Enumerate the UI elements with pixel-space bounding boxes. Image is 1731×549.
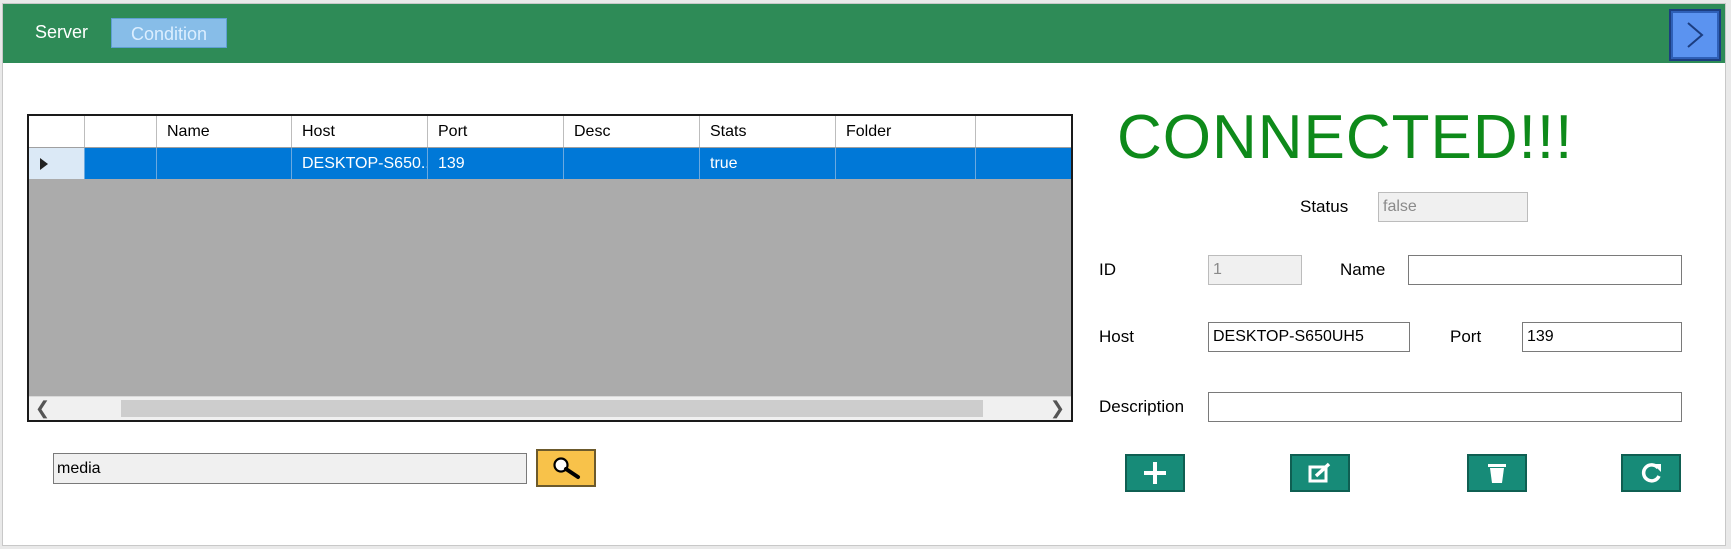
grid-cell-name[interactable] [157, 148, 292, 179]
server-grid[interactable]: Name Host Port Desc Stats Folder DESKTOP… [27, 114, 1073, 422]
scrollbar-thumb[interactable] [121, 400, 983, 417]
column-header-folder[interactable]: Folder [836, 116, 976, 147]
app-window: Server Condition Name Host Port Desc Sta… [2, 3, 1726, 546]
row-selector[interactable] [29, 148, 85, 179]
horizontal-scrollbar[interactable]: ❮ ❯ [29, 396, 1071, 420]
grid-cell-stats[interactable]: true [700, 148, 836, 179]
description-label: Description [1099, 397, 1185, 416]
id-label: ID [1099, 260, 1116, 279]
grid-cell-folder[interactable] [836, 148, 976, 179]
column-header-desc[interactable]: Desc [564, 116, 700, 147]
column-header-stats[interactable]: Stats [700, 116, 836, 147]
grid-header-cell [29, 116, 85, 147]
refresh-icon [1641, 463, 1661, 483]
description-field[interactable] [1208, 392, 1682, 422]
grid-header: Name Host Port Desc Stats Folder [29, 116, 1071, 148]
tab-server[interactable]: Server [35, 22, 88, 43]
tab-condition[interactable]: Condition [111, 18, 227, 48]
edit-button[interactable] [1290, 454, 1350, 492]
name-label: Name [1340, 260, 1386, 279]
search-button[interactable] [536, 449, 596, 487]
next-button[interactable] [1669, 9, 1721, 61]
column-header-name[interactable]: Name [157, 116, 292, 147]
grid-cell[interactable] [85, 148, 157, 179]
host-label: Host [1099, 327, 1134, 346]
search-icon [553, 457, 580, 479]
trash-icon [1488, 464, 1506, 483]
port-field[interactable] [1522, 322, 1682, 352]
chevron-right-icon [1687, 22, 1704, 48]
column-header-host[interactable]: Host [292, 116, 428, 147]
connection-status-banner: CONNECTED!!! [1117, 103, 1574, 172]
grid-cell-port[interactable]: 139 [428, 148, 564, 179]
grid-cell-desc[interactable] [564, 148, 700, 179]
refresh-button[interactable] [1621, 454, 1681, 492]
add-button[interactable] [1125, 454, 1185, 492]
status-field[interactable] [1378, 192, 1528, 222]
name-field[interactable] [1408, 255, 1682, 285]
host-field[interactable] [1208, 322, 1410, 352]
grid-header-cell[interactable] [85, 116, 157, 147]
title-bar: Server Condition [3, 4, 1725, 63]
port-label: Port [1450, 327, 1482, 346]
row-pointer-icon [40, 157, 48, 170]
delete-button[interactable] [1467, 454, 1527, 492]
scroll-right-icon[interactable]: ❯ [1050, 398, 1065, 419]
grid-cell-host[interactable]: DESKTOP-S650... [292, 148, 428, 179]
column-header-port[interactable]: Port [428, 116, 564, 147]
id-field[interactable] [1208, 255, 1302, 285]
scroll-left-icon[interactable]: ❮ [35, 398, 50, 419]
plus-icon [1144, 462, 1166, 484]
edit-icon [1308, 462, 1331, 483]
status-label: Status [1300, 197, 1349, 216]
table-row[interactable]: DESKTOP-S650... 139 true [29, 148, 1071, 179]
search-input[interactable] [53, 453, 527, 484]
